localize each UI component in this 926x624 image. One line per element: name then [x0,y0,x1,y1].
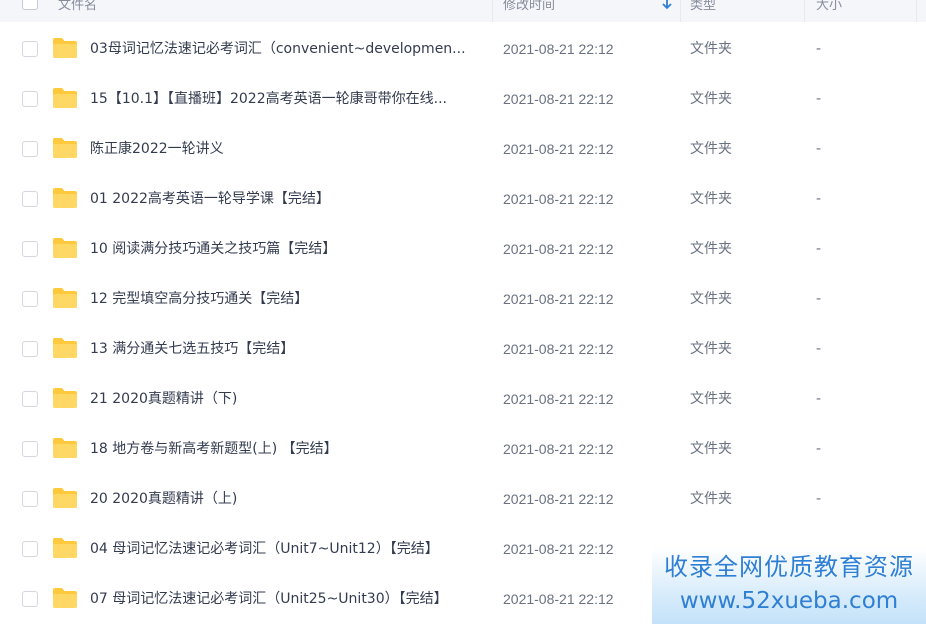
folder-icon [53,538,77,558]
file-name[interactable]: 18 地方卷与新高考新题型(上) 【完结】 [90,440,482,458]
column-header-name[interactable]: 文件名 [58,0,97,17]
column-header-type[interactable]: 类型 [690,0,716,17]
row-checkbox[interactable] [22,591,38,607]
modified-time: 2021-08-21 22:12 [503,191,614,207]
column-divider [804,0,805,22]
file-row[interactable]: 陈正康2022一轮讲义 2021-08-21 22:12 文件夹 - [0,124,926,174]
folder-icon [53,388,77,408]
row-checkbox[interactable] [22,141,38,157]
row-checkbox[interactable] [22,491,38,507]
modified-time: 2021-08-21 22:12 [503,491,614,507]
file-row[interactable]: 01 2022高考英语一轮导学课【完结】 2021-08-21 22:12 文件… [0,174,926,224]
modified-time: 2021-08-21 22:12 [503,141,614,157]
file-name[interactable]: 07 母词记忆法速记必考词汇（Unit25~Unit30）【完结】 [90,590,482,608]
folder-icon [53,588,77,608]
file-list-header: 文件名 修改时间 类型 大小 [0,0,926,22]
column-divider [916,0,917,22]
file-type: 文件夹 [690,91,732,107]
file-name[interactable]: 04 母词记忆法速记必考词汇（Unit7~Unit12）【完结】 [90,540,482,558]
file-name[interactable]: 10 阅读满分技巧通关之技巧篇【完结】 [90,240,482,258]
file-name[interactable]: 15【10.1】【直播班】2022高考英语一轮康哥带你在线... [90,90,482,108]
file-name[interactable]: 01 2022高考英语一轮导学课【完结】 [90,190,482,208]
file-name[interactable]: 13 满分通关七选五技巧【完结】 [90,340,482,358]
modified-time: 2021-08-21 22:12 [503,291,614,307]
file-row[interactable]: 13 满分通关七选五技巧【完结】 2021-08-21 22:12 文件夹 - [0,324,926,374]
file-size: - [816,491,822,507]
row-checkbox[interactable] [22,241,38,257]
watermark-banner: 收录全网优质教育资源 www.52xueba.com [652,548,926,624]
file-size: - [816,91,822,107]
file-row[interactable]: 12 完型填空高分技巧通关【完结】 2021-08-21 22:12 文件夹 - [0,274,926,324]
modified-time: 2021-08-21 22:12 [503,91,614,107]
folder-icon [53,138,77,158]
file-size: - [816,391,822,407]
file-row[interactable]: 18 地方卷与新高考新题型(上) 【完结】 2021-08-21 22:12 文… [0,424,926,474]
file-type: 文件夹 [690,41,732,57]
modified-time: 2021-08-21 22:12 [503,591,614,607]
watermark-slogan: 收录全网优质教育资源 [664,553,914,581]
row-checkbox[interactable] [22,91,38,107]
file-size: - [816,191,822,207]
modified-time: 2021-08-21 22:12 [503,441,614,457]
folder-icon [53,288,77,308]
folder-icon [53,488,77,508]
modified-time: 2021-08-21 22:12 [503,241,614,257]
file-row[interactable]: 15【10.1】【直播班】2022高考英语一轮康哥带你在线... 2021-08… [0,74,926,124]
file-row[interactable]: 21 2020真题精讲（下) 2021-08-21 22:12 文件夹 - [0,374,926,424]
file-type: 文件夹 [690,491,732,507]
file-row[interactable]: 03母词记忆法速记必考词汇（convenient~developmen... 2… [0,24,926,74]
file-name[interactable]: 12 完型填空高分技巧通关【完结】 [90,290,482,308]
file-size: - [816,341,822,357]
file-row[interactable]: 20 2020真题精讲（上) 2021-08-21 22:12 文件夹 - [0,474,926,524]
file-name[interactable]: 03母词记忆法速记必考词汇（convenient~developmen... [90,40,482,58]
folder-icon [53,338,77,358]
select-all-checkbox[interactable] [22,0,38,10]
modified-time: 2021-08-21 22:12 [503,391,614,407]
row-checkbox[interactable] [22,291,38,307]
file-type: 文件夹 [690,441,732,457]
file-type: 文件夹 [690,141,732,157]
modified-time: 2021-08-21 22:12 [503,341,614,357]
file-type: 文件夹 [690,291,732,307]
folder-icon [53,88,77,108]
file-size: - [816,241,822,257]
file-size: - [816,441,822,457]
row-checkbox[interactable] [22,191,38,207]
file-size: - [816,291,822,307]
folder-icon [53,238,77,258]
file-type: 文件夹 [690,191,732,207]
file-size: - [816,41,822,57]
file-name[interactable]: 陈正康2022一轮讲义 [90,140,482,158]
file-type: 文件夹 [690,241,732,257]
file-size: - [816,141,822,157]
column-divider [680,0,681,22]
column-header-time[interactable]: 修改时间 [503,0,555,17]
row-checkbox[interactable] [22,341,38,357]
file-name[interactable]: 20 2020真题精讲（上) [90,490,482,508]
modified-time: 2021-08-21 22:12 [503,541,614,557]
watermark-url: www.52xueba.com [679,588,899,614]
file-type: 文件夹 [690,391,732,407]
folder-icon [53,438,77,458]
file-row[interactable]: 10 阅读满分技巧通关之技巧篇【完结】 2021-08-21 22:12 文件夹… [0,224,926,274]
column-header-size[interactable]: 大小 [816,0,842,17]
folder-icon [53,38,77,58]
row-checkbox[interactable] [22,441,38,457]
sort-descending-icon[interactable] [660,0,674,11]
column-divider [492,0,493,22]
row-checkbox[interactable] [22,391,38,407]
file-type: 文件夹 [690,341,732,357]
row-checkbox[interactable] [22,541,38,557]
folder-icon [53,188,77,208]
file-list-page: 文件名 修改时间 类型 大小 03母词记忆法速记必考词汇（convenient~… [0,0,926,624]
file-name[interactable]: 21 2020真题精讲（下) [90,390,482,408]
row-checkbox[interactable] [22,41,38,57]
modified-time: 2021-08-21 22:12 [503,41,614,57]
